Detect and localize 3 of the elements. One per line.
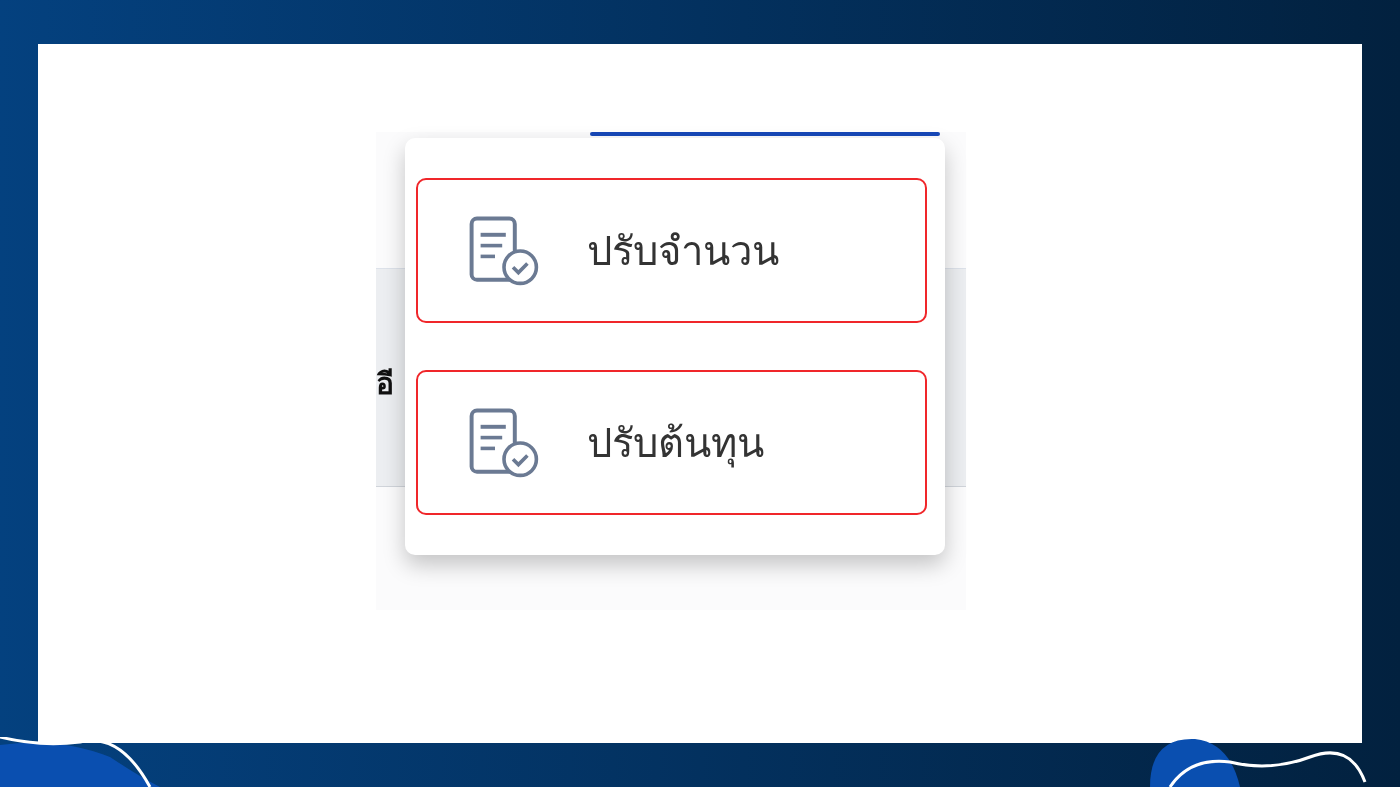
- menu-item[interactable]: ปรับจำนวน: [416, 178, 927, 323]
- menu-item[interactable]: ปรับต้นทุน: [416, 370, 927, 515]
- cut-text: อี: [376, 365, 395, 403]
